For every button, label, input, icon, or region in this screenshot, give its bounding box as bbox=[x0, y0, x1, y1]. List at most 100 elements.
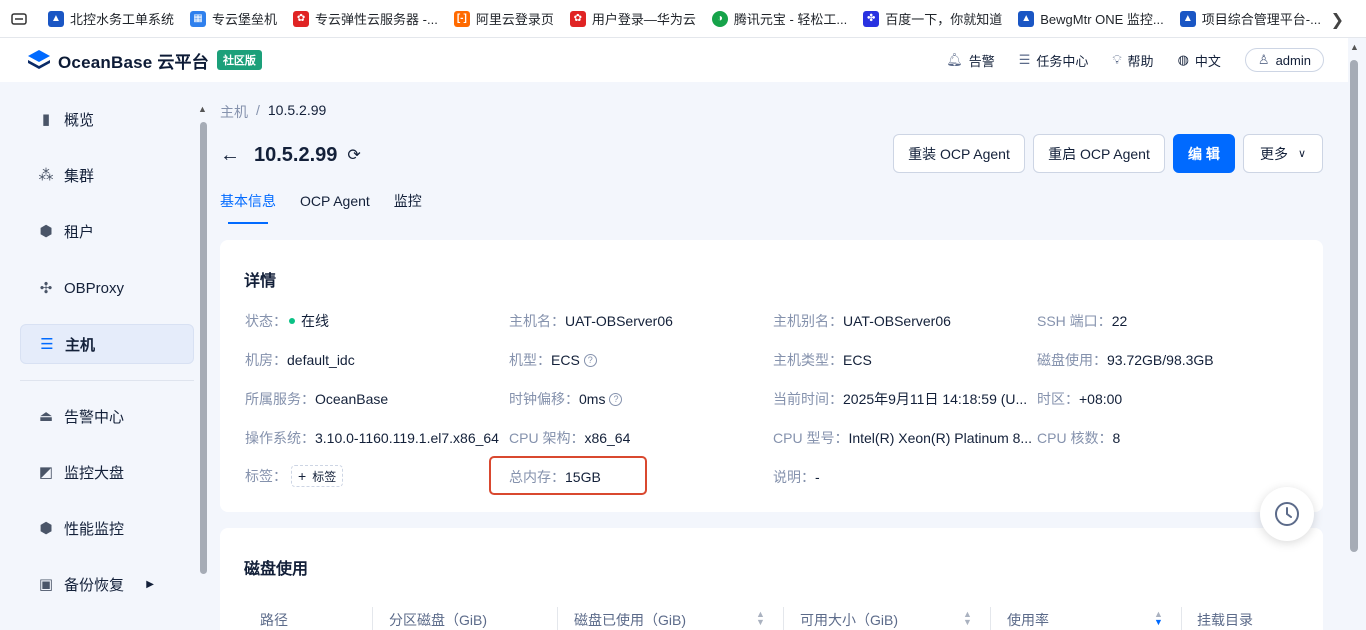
add-tag-button[interactable]: + 标签 bbox=[291, 465, 344, 487]
field-os: 操作系统： 3.10.0-1160.119.1.el7.x86_64 bbox=[245, 430, 499, 446]
yuanbao-icon: ◑ bbox=[711, 10, 728, 27]
bookmark-aliyun[interactable]: [-] 阿里云登录页 bbox=[446, 6, 562, 32]
sort-icon[interactable]: ▲ ▼ bbox=[756, 610, 765, 627]
column-divider bbox=[557, 607, 558, 630]
bookmark-bewg[interactable]: ▲ BewgMtr ONE 监控... bbox=[1010, 6, 1172, 32]
help-icon[interactable]: ? bbox=[583, 353, 597, 367]
field-host-type: 主机类型： ECS bbox=[773, 352, 872, 368]
restart-agent-button[interactable]: 重启 OCP Agent bbox=[1033, 134, 1165, 173]
bookmark-beikong[interactable]: ▲ 北控水务工单系统 bbox=[40, 6, 182, 32]
breadcrumb: 主机 / 10.5.2.99 bbox=[220, 102, 327, 122]
sort-icon[interactable]: ▲ ▼ bbox=[1154, 610, 1163, 627]
memory-highlight-box bbox=[489, 456, 647, 495]
tab-basic-info[interactable]: 基本信息 bbox=[220, 190, 276, 224]
field-idc: 机房： default_idc bbox=[245, 352, 355, 368]
alarm-link[interactable]: 🔔︎ 告警 bbox=[946, 51, 995, 70]
tenant-icon: ⬢ bbox=[39, 223, 53, 240]
column-divider bbox=[1181, 607, 1182, 630]
chevron-down-icon: ∨ bbox=[1297, 148, 1307, 160]
scroll-up-icon[interactable]: ▲ bbox=[198, 104, 207, 114]
host-icon: ☰ bbox=[40, 336, 54, 353]
edit-button[interactable]: 编 辑 bbox=[1173, 134, 1235, 173]
back-arrow-icon[interactable]: ← bbox=[220, 144, 240, 167]
bookmark-huaweicloud[interactable]: ✿ 用户登录—华为云 bbox=[562, 6, 704, 32]
field-hostname: 主机名： UAT-OBServer06 bbox=[509, 313, 673, 329]
language-switch[interactable]: ◍ 中文 bbox=[1178, 51, 1221, 70]
sidebar-item-performance[interactable]: ⬢ 性能监控 bbox=[20, 508, 194, 548]
column-header-partition: 分区磁盘（GiB) bbox=[389, 612, 487, 628]
field-model: 机型： ECS? bbox=[509, 350, 597, 370]
field-alias: 主机别名： UAT-OBServer06 bbox=[773, 313, 951, 329]
field-disk-usage: 磁盘使用： 93.72GB/98.3GB bbox=[1037, 352, 1214, 368]
sort-icon[interactable]: ▲ ▼ bbox=[963, 610, 972, 627]
sidebar-divider bbox=[20, 380, 194, 381]
page-scrollbar[interactable] bbox=[1350, 60, 1358, 552]
sidebar-item-overview[interactable]: ▮ 概览 bbox=[20, 99, 194, 139]
bar-chart-icon: ▮ bbox=[41, 111, 51, 128]
sidebar-item-tenant[interactable]: ⬢ 租户 bbox=[20, 211, 194, 251]
sidebar-item-alarm-center[interactable]: ⏏ 告警中心 bbox=[20, 396, 194, 436]
bookmark-project[interactable]: ▲ 项目综合管理平台-... bbox=[1172, 6, 1329, 32]
details-title: 详情 bbox=[244, 273, 277, 290]
more-button[interactable]: 更多 ∨ bbox=[1243, 134, 1323, 173]
column-divider bbox=[990, 607, 991, 630]
field-status: 状态： 在线 bbox=[245, 313, 329, 329]
bastion-icon: ▦ bbox=[190, 10, 207, 27]
sidebar-item-host[interactable]: ☰ 主机 bbox=[20, 324, 194, 364]
bookmark-zhuanyun-ecs[interactable]: ✿ 专云弹性云服务器 -... bbox=[285, 6, 446, 32]
field-cpu-model: CPU 型号： Intel(R) Xeon(R) Platinum 8... bbox=[773, 430, 1033, 446]
scroll-up-icon[interactable]: ▲ bbox=[1350, 42, 1359, 52]
sidebar-scrollbar[interactable] bbox=[200, 122, 207, 574]
column-header-usage-rate[interactable]: 使用率 bbox=[1007, 610, 1049, 630]
field-clock-offset: 时钟偏移： 0ms? bbox=[509, 389, 623, 409]
field-cpu-arch: CPU 架构： x86_64 bbox=[509, 430, 631, 446]
breadcrumb-current: 10.5.2.99 bbox=[267, 102, 327, 118]
tab-ocp-agent[interactable]: OCP Agent bbox=[300, 190, 370, 224]
bookmark-yuanbao[interactable]: ◑ 腾讯元宝 - 轻松工... bbox=[704, 6, 855, 32]
online-dot bbox=[289, 318, 295, 324]
column-header-available[interactable]: 可用大小（GiB) bbox=[800, 610, 898, 630]
field-timezone: 时区： +08:00 bbox=[1037, 391, 1123, 407]
task-center-link[interactable]: ☰ 任务中心 bbox=[1019, 51, 1089, 70]
clock-icon bbox=[1275, 502, 1299, 526]
field-ssh-port: SSH 端口： 22 bbox=[1037, 313, 1128, 329]
help-icon[interactable]: ? bbox=[609, 392, 623, 406]
sidebar-item-backup[interactable]: ▣ 备份恢复 ▶ bbox=[20, 564, 194, 604]
baidu-icon: ✤ bbox=[863, 10, 880, 27]
oceanbase-logo-icon bbox=[28, 50, 50, 69]
backup-icon: ▣ bbox=[38, 576, 54, 593]
column-divider bbox=[372, 607, 373, 630]
cluster-icon: ⁂ bbox=[38, 167, 54, 184]
logo[interactable]: OceanBase 云平台 社区版 bbox=[26, 48, 262, 73]
sidebar-item-cluster[interactable]: ⁂ 集群 bbox=[20, 155, 194, 195]
monitor-icon: ◩ bbox=[38, 464, 54, 481]
chevron-right-icon[interactable]: ❯ bbox=[1331, 10, 1344, 30]
bookmark-bastion[interactable]: ▦ 专云堡垒机 bbox=[182, 6, 285, 32]
field-description: 说明： - bbox=[773, 469, 820, 485]
refresh-icon[interactable]: ⟳ bbox=[347, 145, 360, 165]
bookmarks-bar: ▲ 北控水务工单系统 ▦ 专云堡垒机 ✿ 专云弹性云服务器 -... [-] 阿里云登录… bbox=[0, 0, 1366, 38]
bookmark-baidu[interactable]: ✤ 百度一下，你就知道 bbox=[855, 6, 1010, 32]
column-header-used[interactable]: 磁盘已使用（GiB) bbox=[574, 610, 686, 630]
tab-monitor[interactable]: 监控 bbox=[394, 190, 422, 224]
bookmarks-menu-icon[interactable] bbox=[8, 8, 30, 30]
breadcrumb-parent[interactable]: 主机 bbox=[220, 102, 248, 122]
bell-icon: 🔔︎ bbox=[946, 52, 963, 67]
top-header: OceanBase 云平台 社区版 🔔︎ 告警 ☰ 任务中心 💡︎ 帮助 ◍ 中文 ♙ a… bbox=[0, 38, 1348, 82]
list-icon: ☰ bbox=[1018, 52, 1031, 67]
sidebar-item-monitor-dashboard[interactable]: ◩ 监控大盘 bbox=[20, 452, 194, 492]
globe-icon: ◍ bbox=[1177, 52, 1189, 67]
disk-usage-title: 磁盘使用 bbox=[244, 561, 309, 578]
bewg-icon: ▲ bbox=[1018, 10, 1035, 27]
user-menu[interactable]: ♙ admin bbox=[1244, 48, 1324, 72]
huawei-icon: ✿ bbox=[569, 10, 586, 27]
caret-right-icon: ▶ bbox=[146, 578, 154, 590]
beikong-icon: ▲ bbox=[48, 10, 64, 27]
tabs: 基本信息 OCP Agent 监控 bbox=[220, 190, 446, 224]
history-float-button[interactable] bbox=[1260, 487, 1314, 541]
sidebar-item-obproxy[interactable]: ✣ OBProxy bbox=[20, 268, 194, 308]
details-card: 详情 bbox=[220, 240, 1323, 512]
help-link[interactable]: 💡︎ 帮助 bbox=[1112, 51, 1153, 70]
performance-icon: ⬢ bbox=[39, 520, 53, 537]
reinstall-agent-button[interactable]: 重装 OCP Agent bbox=[893, 134, 1025, 173]
